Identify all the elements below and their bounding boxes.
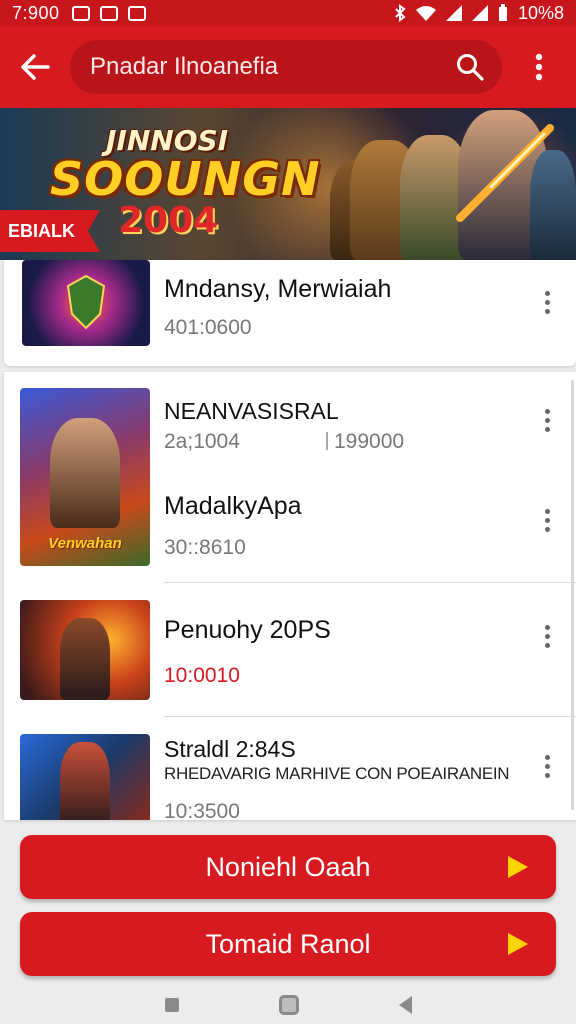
featured-item-title: Mndansy, Merwiaiah — [164, 275, 392, 303]
featured-thumbnail — [22, 260, 150, 346]
status-clock: 10%8 — [517, 2, 564, 23]
primary-action-label: Noniehl Oaah — [205, 851, 371, 882]
system-navigation-bar — [0, 986, 576, 1024]
list-item-meta-secondary: 199000 — [334, 430, 405, 453]
shield-emblem-icon — [66, 274, 106, 330]
signal-icon-2 — [471, 5, 488, 21]
wifi-icon — [415, 6, 436, 21]
search-input[interactable]: Pnadar Ilnoanefia — [90, 53, 456, 81]
more-vertical-icon — [535, 53, 543, 81]
search-icon[interactable] — [456, 53, 484, 81]
signal-icon — [445, 5, 462, 21]
bluetooth-icon — [395, 4, 406, 22]
secondary-action-button[interactable]: Tomaid Ranol — [20, 912, 556, 976]
status-time: 7:900 — [12, 2, 60, 23]
search-bar[interactable]: Pnadar Ilnoanefia — [70, 40, 502, 94]
list-item-title: MadalkyApa — [164, 492, 302, 520]
divider — [164, 582, 576, 583]
photo-icon — [99, 5, 118, 21]
back-button[interactable] — [0, 26, 70, 108]
recents-icon[interactable] — [164, 998, 179, 1012]
primary-action-button[interactable]: Noniehl Oaah — [20, 835, 556, 899]
scrollbar[interactable] — [571, 380, 574, 810]
list-item-menu-icon[interactable] — [532, 500, 562, 540]
divider — [164, 716, 576, 717]
featured-item-meta: 401:0600 — [164, 316, 252, 339]
list-item-thumbnail — [20, 734, 150, 820]
list-item-thumbnail: Venwahan — [20, 388, 150, 566]
play-icon — [508, 856, 528, 878]
arrow-left-icon — [21, 54, 50, 80]
list-item-meta: 10:3500 — [164, 800, 240, 820]
content-list: Venwahan NEANVASISRAL 2a;1004 199000 Mad… — [4, 372, 576, 820]
list-item-menu-icon[interactable] — [532, 746, 562, 786]
list-item-thumbnail — [20, 600, 150, 700]
list-item-menu-icon[interactable] — [532, 616, 562, 656]
fire-sword-icon — [456, 124, 554, 222]
featured-item-card[interactable]: Mndansy, Merwiaiah 401:0600 — [4, 260, 576, 366]
featured-item-menu-icon[interactable] — [532, 282, 562, 322]
list-item-title: NEANVASISRAL — [164, 398, 339, 424]
status-bar: 7:900 10%8 — [0, 0, 576, 26]
mail-icon — [127, 5, 146, 21]
list-item-title: Penuohy 20PS — [164, 616, 331, 644]
list-item-menu-icon[interactable] — [532, 400, 562, 440]
back-icon[interactable] — [398, 996, 412, 1014]
home-icon[interactable] — [278, 995, 299, 1015]
banner-title: SOOUNGN — [50, 152, 321, 206]
battery-icon — [498, 4, 507, 21]
meta-separator — [326, 432, 328, 450]
list-item-description: RHEDAVARIG MARHIVE CON POEAIRANEIN — [164, 764, 510, 783]
list-item-title: Straldl 2:84S — [164, 736, 296, 762]
secondary-action-label: Tomaid Ranol — [205, 928, 371, 959]
play-icon — [508, 933, 528, 955]
banner-year: 2004 — [118, 200, 219, 241]
list-item-meta: 2a;1004 — [164, 430, 240, 453]
list-item-meta: 30::8610 — [164, 536, 246, 559]
app-bar: Pnadar Ilnoanefia — [0, 26, 576, 108]
notification-icon — [71, 5, 90, 21]
list-item-meta: 10:0010 — [164, 664, 240, 687]
poster-title: Venwahan — [48, 535, 122, 552]
banner-ribbon: EBIALK — [0, 210, 100, 252]
more-options-button[interactable] — [502, 26, 576, 108]
